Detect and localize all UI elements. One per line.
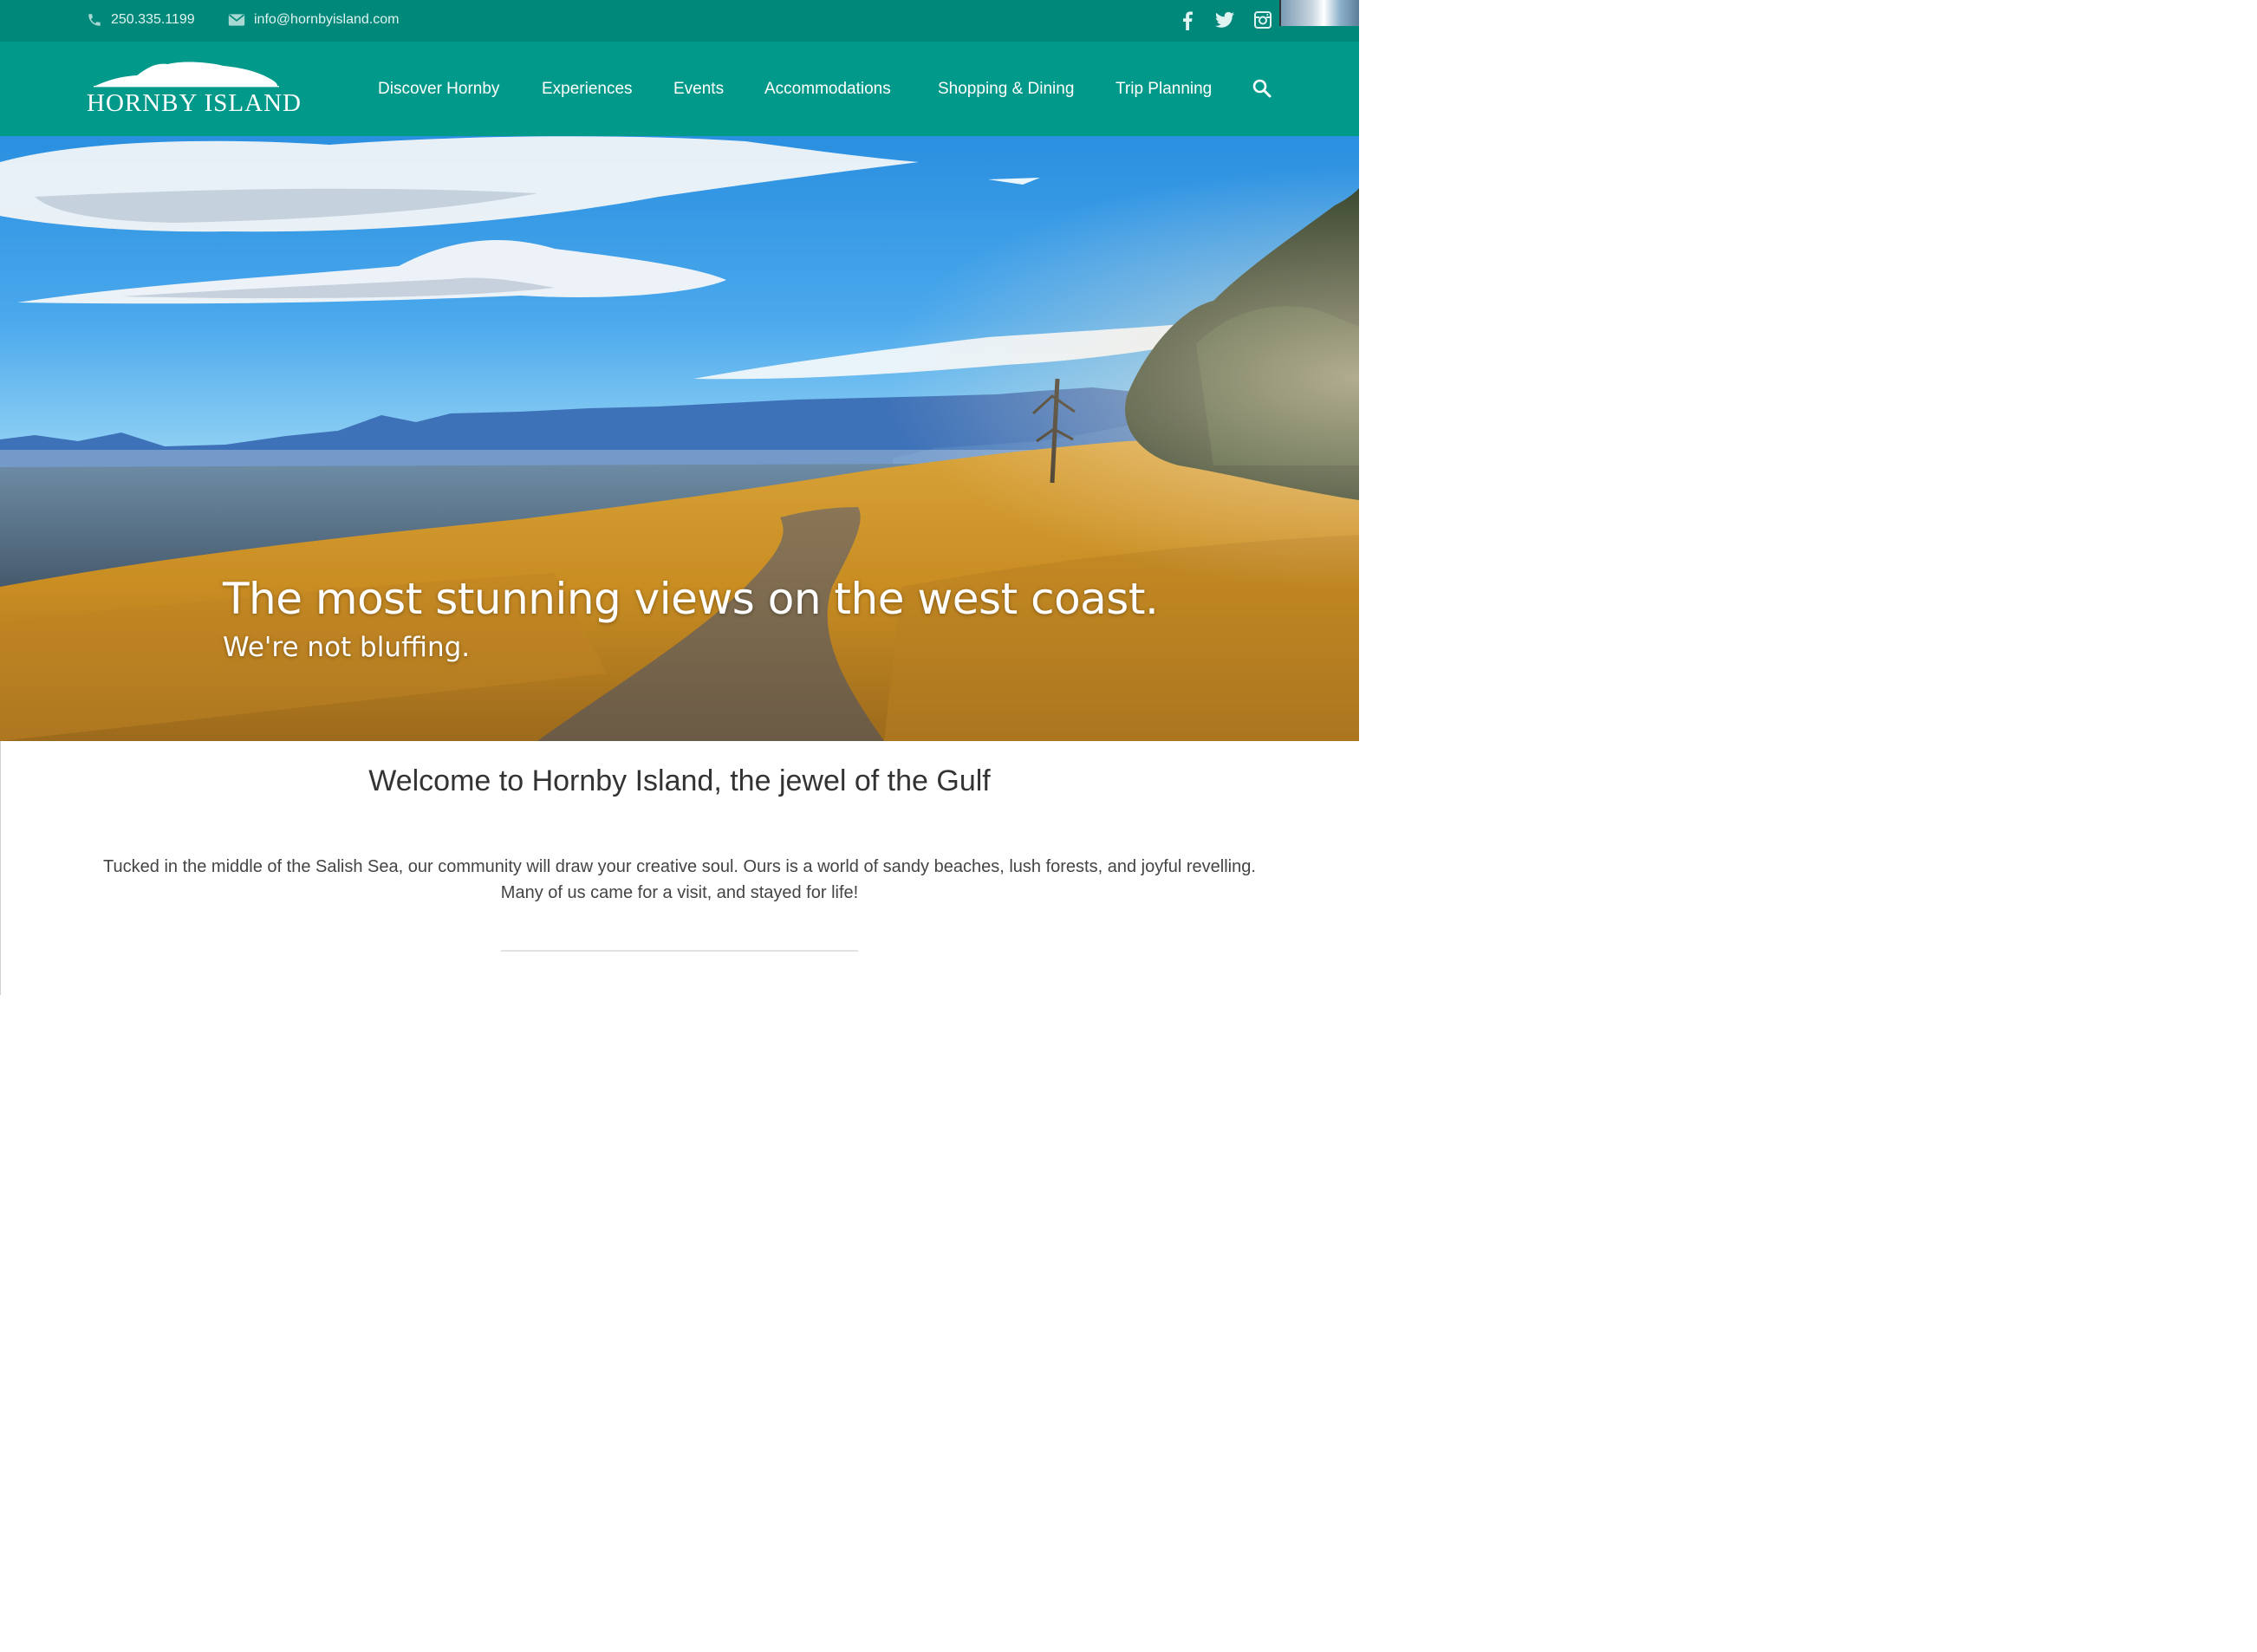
phone-number: 250.335.1199 <box>111 12 195 27</box>
hero-banner: The most stunning views on the west coas… <box>0 136 1359 741</box>
instagram-icon[interactable] <box>1254 11 1272 29</box>
site-logo-text[interactable]: HORNBY ISLAND <box>87 89 302 118</box>
search-icon[interactable] <box>1252 78 1272 99</box>
nav-item-experiences[interactable]: Experiences <box>542 80 633 99</box>
hero-subheadline: We're not bluffing. <box>223 632 471 663</box>
section-divider <box>501 950 858 952</box>
nav-item-events[interactable]: Events <box>673 80 724 99</box>
nav-item-accommodations[interactable]: Accommodations <box>764 80 891 99</box>
phone-icon <box>88 14 101 26</box>
hero-landscape-image <box>0 136 1359 741</box>
main-navigation: HORNBY ISLAND Discover Hornby Experience… <box>0 42 1359 136</box>
screenshot-thumbnail <box>1279 0 1359 26</box>
nav-item-shopping-dining[interactable]: Shopping & Dining <box>938 80 1074 99</box>
nav-item-discover-hornby[interactable]: Discover Hornby <box>378 80 499 99</box>
phone-contact[interactable]: 250.335.1199 <box>87 12 195 28</box>
facebook-icon[interactable] <box>1181 11 1194 30</box>
twitter-icon[interactable] <box>1215 11 1234 29</box>
mail-icon <box>228 14 245 26</box>
intro-paragraph: Tucked in the middle of the Salish Sea, … <box>103 857 1256 902</box>
top-contact-bar: 250.335.1199 info@hornbyisland.com <box>0 0 1359 42</box>
email-address: info@hornbyisland.com <box>254 12 400 27</box>
welcome-heading: Welcome to Hornby Island, the jewel of t… <box>368 764 991 797</box>
nav-item-trip-planning[interactable]: Trip Planning <box>1115 80 1212 99</box>
email-contact[interactable]: info@hornbyisland.com <box>228 12 399 28</box>
hero-headline: The most stunning views on the west coas… <box>223 574 1159 624</box>
